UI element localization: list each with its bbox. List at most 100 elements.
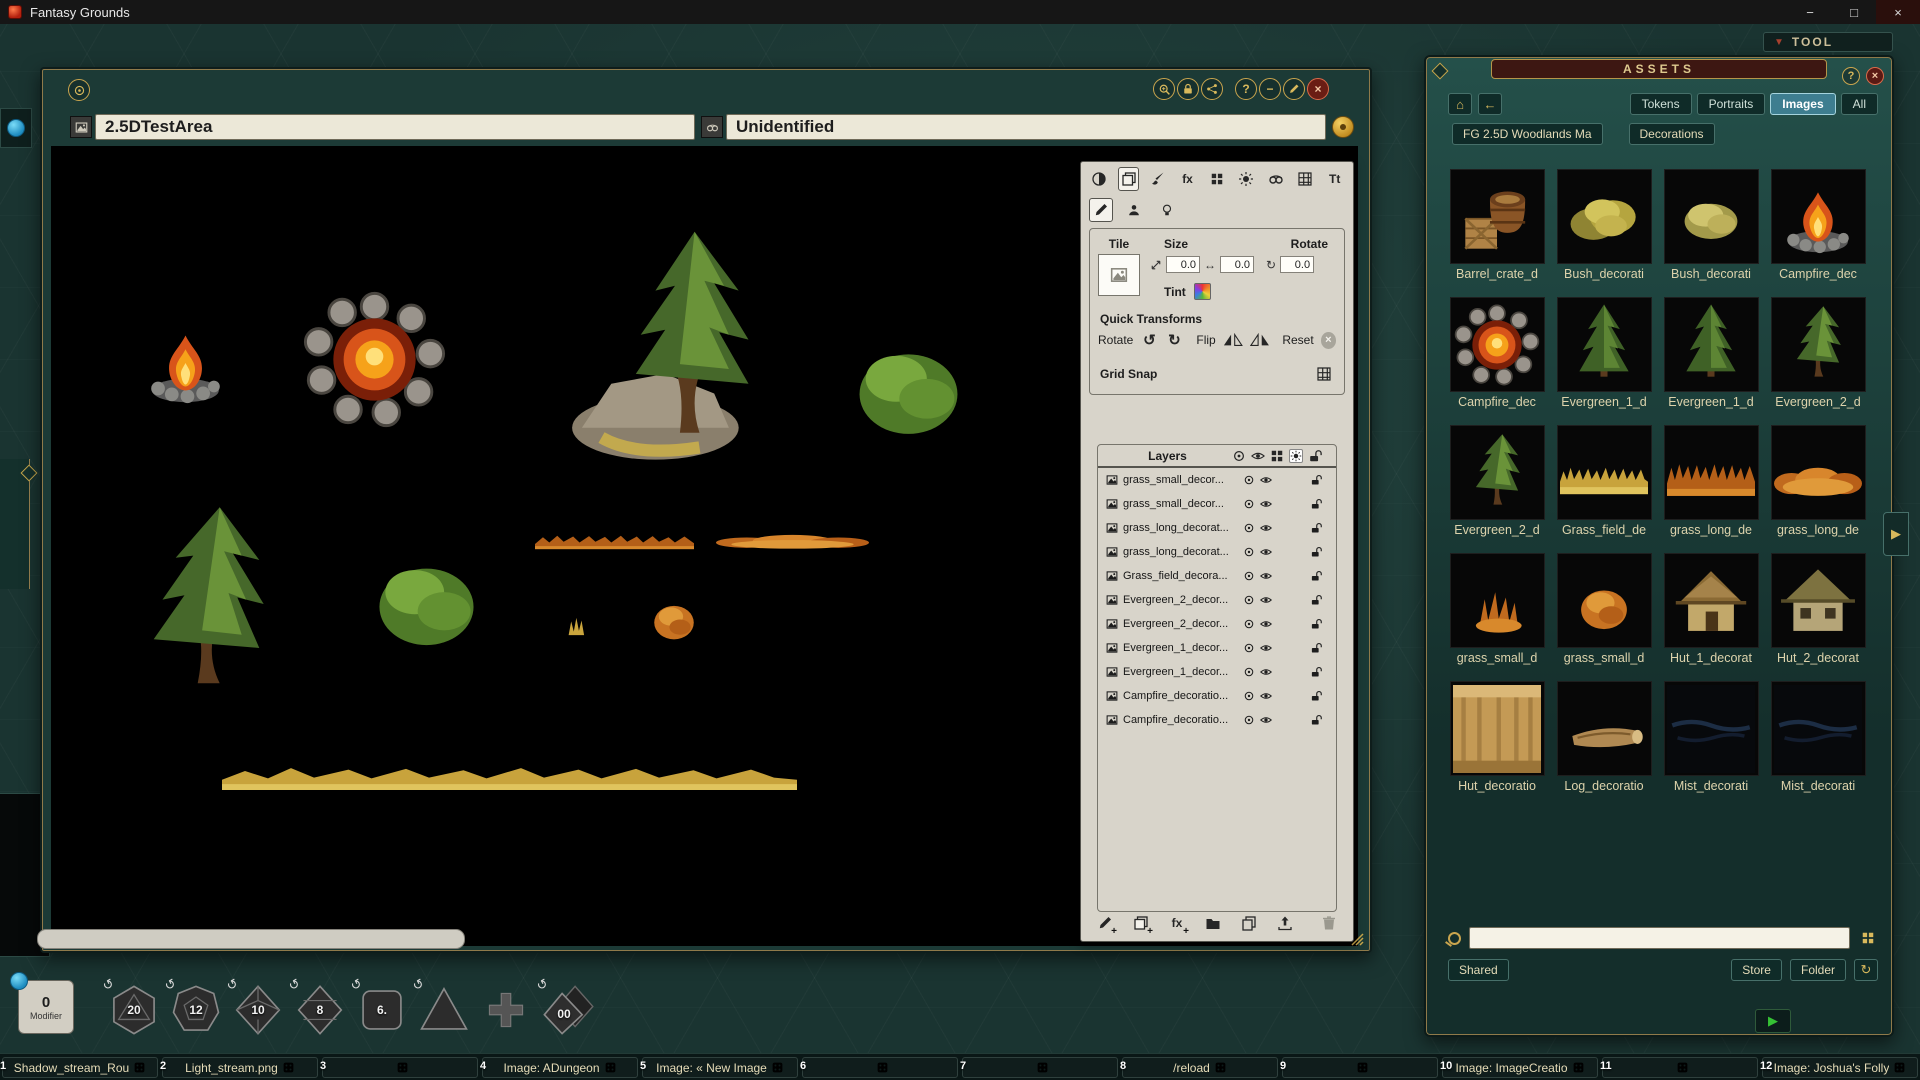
lighting-tool-icon[interactable] [1236, 167, 1256, 191]
edit-window-button[interactable] [1283, 78, 1305, 100]
die-d4[interactable]: ↺ [418, 984, 470, 1036]
delete-layer-button[interactable] [1317, 911, 1341, 935]
asset-thumbnail[interactable] [1557, 297, 1652, 392]
layer-lock-icon[interactable] [1310, 690, 1322, 702]
map-decoration-evergreen-rock[interactable] [528, 222, 822, 467]
vision-tool-icon[interactable] [1266, 167, 1286, 191]
hotkey-slot[interactable]: 1 Shadow_stream_Rou [2, 1057, 158, 1078]
hotkey-slot[interactable]: 7 [962, 1057, 1118, 1078]
flip-horizontal-icon[interactable] [1223, 333, 1243, 347]
grid-tool-icon[interactable] [1295, 167, 1315, 191]
asset-thumbnail[interactable] [1771, 297, 1866, 392]
identity-field[interactable]: Unidentified [726, 114, 1326, 140]
tool-dropdown[interactable]: ▼ TOOL [1763, 32, 1893, 52]
layer-row[interactable]: grass_long_decorat... [1098, 516, 1336, 540]
layers-lock-all-icon[interactable] [1308, 449, 1322, 463]
background-window-scrollbar-fragment[interactable] [37, 929, 465, 949]
layer-lock-icon[interactable] [1310, 522, 1322, 534]
stamp-tool-icon[interactable] [1207, 167, 1227, 191]
store-button[interactable]: Store [1731, 959, 1782, 981]
layer-link-icon[interactable] [1243, 474, 1255, 486]
assets-back-button[interactable]: ← [1478, 93, 1502, 115]
layer-row[interactable]: Campfire_decoratio... [1098, 684, 1336, 708]
asset-thumbnail[interactable] [1450, 553, 1545, 648]
draw-tool-icon[interactable] [1089, 198, 1113, 222]
die-d6[interactable]: ↺ 6. [356, 984, 408, 1036]
asset-thumbnail[interactable] [1450, 425, 1545, 520]
layer-link-icon[interactable] [1243, 594, 1255, 606]
map-decoration-evergreen2[interactable] [78, 494, 335, 714]
asset-item[interactable]: Evergreen_2_d [1769, 297, 1867, 409]
asset-thumbnail[interactable] [1771, 681, 1866, 776]
asset-item[interactable]: Grass_field_de [1555, 425, 1653, 537]
layer-visibility-icon[interactable] [1260, 474, 1272, 486]
map-decoration-grass-small2[interactable] [636, 577, 712, 653]
asset-thumbnail[interactable] [1557, 681, 1652, 776]
layer-lock-icon[interactable] [1310, 642, 1322, 654]
asset-item[interactable]: Mist_decorati [1662, 681, 1760, 793]
asset-thumbnail[interactable] [1771, 425, 1866, 520]
asset-thumbnail[interactable] [1771, 169, 1866, 264]
radial-menu-button[interactable] [1332, 116, 1354, 138]
duplicate-layer-button[interactable] [1237, 911, 1261, 935]
shadow-tool-icon[interactable] [1089, 167, 1109, 191]
tab-all[interactable]: All [1841, 93, 1878, 115]
asset-thumbnail[interactable] [1664, 169, 1759, 264]
layer-lock-icon[interactable] [1310, 546, 1322, 558]
asset-item[interactable]: Hut_decoratio [1448, 681, 1546, 793]
layer-row[interactable]: Evergreen_2_decor... [1098, 588, 1336, 612]
die-add[interactable] [480, 984, 532, 1036]
map-decoration-grass-long2[interactable] [716, 516, 869, 559]
map-decoration-bush-green[interactable] [347, 526, 506, 673]
asset-item[interactable]: Campfire_dec [1448, 297, 1546, 409]
layer-row[interactable]: Evergreen_1_decor... [1098, 636, 1336, 660]
asset-item[interactable]: Bush_decorati [1662, 169, 1760, 281]
layer-row[interactable]: Evergreen_2_decor... [1098, 612, 1336, 636]
layer-visibility-icon[interactable] [1260, 522, 1272, 534]
assets-home-button[interactable]: ⌂ [1448, 93, 1472, 115]
modifier-box[interactable]: 0 Modifier [18, 980, 74, 1034]
asset-thumbnail[interactable] [1664, 297, 1759, 392]
layer-visibility-icon[interactable] [1260, 642, 1272, 654]
layer-visibility-icon[interactable] [1260, 546, 1272, 558]
die-d8[interactable]: ↺ 8 [294, 984, 346, 1036]
export-layer-button[interactable] [1273, 911, 1297, 935]
asset-item[interactable]: Hut_2_decorat [1769, 553, 1867, 665]
help-button[interactable]: ? [1235, 78, 1257, 100]
effects-tool-icon[interactable]: fx [1177, 167, 1197, 191]
folder-button[interactable]: Folder [1790, 959, 1846, 981]
layer-lock-icon[interactable] [1310, 666, 1322, 678]
layer-link-icon[interactable] [1243, 570, 1255, 582]
layer-link-icon[interactable] [1243, 618, 1255, 630]
tab-images[interactable]: Images [1770, 93, 1835, 115]
tab-portraits[interactable]: Portraits [1697, 93, 1766, 115]
lock-window-button[interactable] [1177, 78, 1199, 100]
asset-thumbnail[interactable] [1557, 169, 1652, 264]
layer-lock-icon[interactable] [1310, 594, 1322, 606]
rotate-field[interactable] [1280, 256, 1314, 273]
die-d12[interactable]: ↺ 12 [170, 984, 222, 1036]
layer-link-icon[interactable] [1243, 690, 1255, 702]
layer-row[interactable]: grass_long_decorat... [1098, 540, 1336, 564]
hotkey-slot[interactable]: 4 Image: ADungeon [482, 1057, 638, 1078]
play-button[interactable]: ▶ [1755, 1009, 1791, 1033]
rotate-ccw-button[interactable]: ↺ [1140, 330, 1158, 350]
layer-link-icon[interactable] [1243, 714, 1255, 726]
tile-preview[interactable] [1098, 254, 1140, 296]
asset-search-input[interactable] [1469, 927, 1850, 949]
layer-visibility-icon[interactable] [1260, 570, 1272, 582]
add-drawing-layer-button[interactable]: + [1093, 911, 1117, 935]
asset-item[interactable]: grass_small_d [1555, 553, 1653, 665]
die-d100[interactable]: ↺ 00 [542, 984, 594, 1036]
tab-tokens[interactable]: Tokens [1630, 93, 1692, 115]
share-button[interactable] [1201, 78, 1223, 100]
hotkey-slot[interactable]: 12 Image: Joshua's Folly [1762, 1057, 1918, 1078]
layer-link-icon[interactable] [1243, 498, 1255, 510]
layer-row[interactable]: Campfire_decoratio... [1098, 708, 1336, 732]
asset-thumbnail[interactable] [1450, 681, 1545, 776]
layer-visibility-icon[interactable] [1260, 618, 1272, 630]
rotate-cw-button[interactable]: ↻ [1165, 330, 1183, 350]
layers-lighting-icon[interactable] [1289, 449, 1303, 463]
breadcrumb-button[interactable]: FG 2.5D Woodlands Ma [1452, 123, 1603, 145]
layers-grid-icon[interactable] [1270, 449, 1284, 463]
